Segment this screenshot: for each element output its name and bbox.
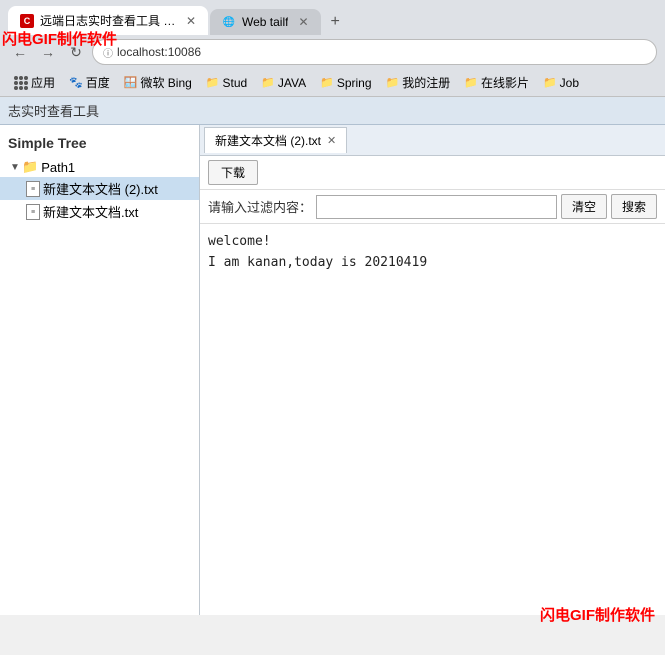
- back-button[interactable]: ←: [8, 40, 32, 64]
- apps-grid-icon: [14, 76, 28, 90]
- bookmark-stud-icon: 📁: [206, 76, 220, 89]
- bookmark-java[interactable]: 📁 JAVA: [255, 73, 312, 93]
- content-area: welcome! I am kanan,today is 20210419: [200, 224, 665, 615]
- file-icon-1: ≡: [26, 181, 40, 197]
- bookmark-bing-icon: 🪟: [124, 76, 138, 89]
- browser-chrome: 闪电GIF制作软件 C 远端日志实时查看工具 Web-tail ... ✕ 🌐 …: [0, 0, 665, 97]
- tree-file-1[interactable]: ≡ 新建文本文档 (2).txt: [0, 177, 199, 200]
- bookmark-myregister-icon: 📁: [386, 76, 400, 89]
- search-button[interactable]: 搜索: [611, 194, 657, 219]
- tab-2[interactable]: 🌐 Web tailf ✕: [210, 9, 321, 35]
- app-header: 志实时查看工具: [0, 97, 665, 125]
- tree-folder-path1[interactable]: ▼ 📁 Path1: [0, 157, 199, 177]
- bookmark-stud-label: Stud: [223, 76, 248, 90]
- bookmark-baidu-icon: 🐾: [69, 76, 83, 89]
- bookmark-spring-icon: 📁: [320, 76, 334, 89]
- bookmark-java-icon: 📁: [261, 76, 275, 89]
- tab-bar: C 远端日志实时查看工具 Web-tail ... ✕ 🌐 Web tailf …: [0, 0, 665, 35]
- tree-file-2-label: 新建文本文档.txt: [43, 202, 138, 221]
- refresh-button[interactable]: ↻: [64, 40, 88, 64]
- tab-1-close[interactable]: ✕: [186, 14, 196, 28]
- content-line-2: I am kanan,today is 20210419: [208, 253, 657, 274]
- app-content: 志实时查看工具 Simple Tree ▼ 📁 Path1 ≡ 新建文本文档 (…: [0, 97, 665, 615]
- tab-1-favicon: C: [20, 14, 34, 28]
- tree-file-1-label: 新建文本文档 (2).txt: [43, 179, 158, 198]
- bookmarks-bar: 应用 🐾 百度 🪟 微软 Bing 📁 Stud 📁 JAVA 📁 Spring…: [0, 69, 665, 97]
- bookmark-movies-icon: 📁: [464, 76, 478, 89]
- content-tab-active[interactable]: 新建文本文档 (2).txt ✕: [204, 127, 347, 153]
- content-line-1: welcome!: [208, 232, 657, 253]
- bookmark-baidu[interactable]: 🐾 百度: [63, 71, 116, 94]
- bookmark-job-icon: 📁: [543, 76, 557, 89]
- bookmark-spring[interactable]: 📁 Spring: [314, 73, 377, 93]
- bookmark-job[interactable]: 📁 Job: [537, 73, 585, 93]
- filter-row: 请输入过滤内容： 清空 搜索: [200, 190, 665, 224]
- filter-input[interactable]: [316, 195, 557, 219]
- tab-1[interactable]: C 远端日志实时查看工具 Web-tail ... ✕: [8, 6, 208, 35]
- bookmark-bing-label: 微软 Bing: [140, 74, 191, 91]
- url-text: localhost:10086: [117, 45, 646, 59]
- address-bar: ← → ↻ ⓘ localhost:10086: [0, 35, 665, 69]
- bookmark-baidu-label: 百度: [86, 74, 110, 91]
- forward-button[interactable]: →: [36, 40, 60, 64]
- bookmark-apps-label: 应用: [31, 74, 55, 91]
- sidebar: Simple Tree ▼ 📁 Path1 ≡ 新建文本文档 (2).txt ≡…: [0, 125, 200, 615]
- main-layout: Simple Tree ▼ 📁 Path1 ≡ 新建文本文档 (2).txt ≡…: [0, 125, 665, 615]
- download-button[interactable]: 下载: [208, 160, 258, 185]
- lock-icon: ⓘ: [103, 45, 113, 60]
- tab-2-close[interactable]: ✕: [298, 15, 308, 29]
- folder-icon: 📁: [22, 159, 38, 175]
- bookmark-stud[interactable]: 📁 Stud: [200, 73, 253, 93]
- content-tabs-row: 新建文本文档 (2).txt ✕: [200, 125, 665, 156]
- bookmark-myregister[interactable]: 📁 我的注册: [380, 71, 457, 94]
- tab-1-label: 远端日志实时查看工具 Web-tail ...: [40, 12, 176, 29]
- toolbar: 下载: [200, 156, 665, 190]
- url-bar[interactable]: ⓘ localhost:10086: [92, 39, 657, 65]
- new-tab-button[interactable]: +: [323, 9, 348, 35]
- content-tab-label: 新建文本文档 (2).txt: [215, 132, 321, 149]
- bookmark-bing[interactable]: 🪟 微软 Bing: [118, 71, 198, 94]
- bookmark-spring-label: Spring: [337, 76, 372, 90]
- tree-file-2[interactable]: ≡ 新建文本文档.txt: [0, 200, 199, 223]
- tree-folder-label: Path1: [41, 160, 75, 175]
- file-icon-2: ≡: [26, 204, 40, 220]
- bookmark-movies-label: 在线影片: [481, 74, 529, 91]
- sidebar-title: Simple Tree: [0, 129, 199, 157]
- filter-label: 请输入过滤内容：: [208, 197, 312, 216]
- bookmark-movies[interactable]: 📁 在线影片: [458, 71, 535, 94]
- bookmark-java-label: JAVA: [278, 76, 306, 90]
- main-panel: 新建文本文档 (2).txt ✕ 下载 请输入过滤内容： 清空 搜索 welco…: [200, 125, 665, 615]
- bookmark-apps[interactable]: 应用: [8, 71, 61, 94]
- content-tab-close-icon[interactable]: ✕: [327, 134, 336, 147]
- tab-2-favicon: 🌐: [222, 15, 236, 29]
- clear-button[interactable]: 清空: [561, 194, 607, 219]
- folder-expand-icon[interactable]: ▼: [8, 160, 22, 174]
- tab-2-label: Web tailf: [242, 15, 288, 29]
- bookmark-myregister-label: 我的注册: [402, 74, 450, 91]
- bookmark-job-label: Job: [560, 76, 579, 90]
